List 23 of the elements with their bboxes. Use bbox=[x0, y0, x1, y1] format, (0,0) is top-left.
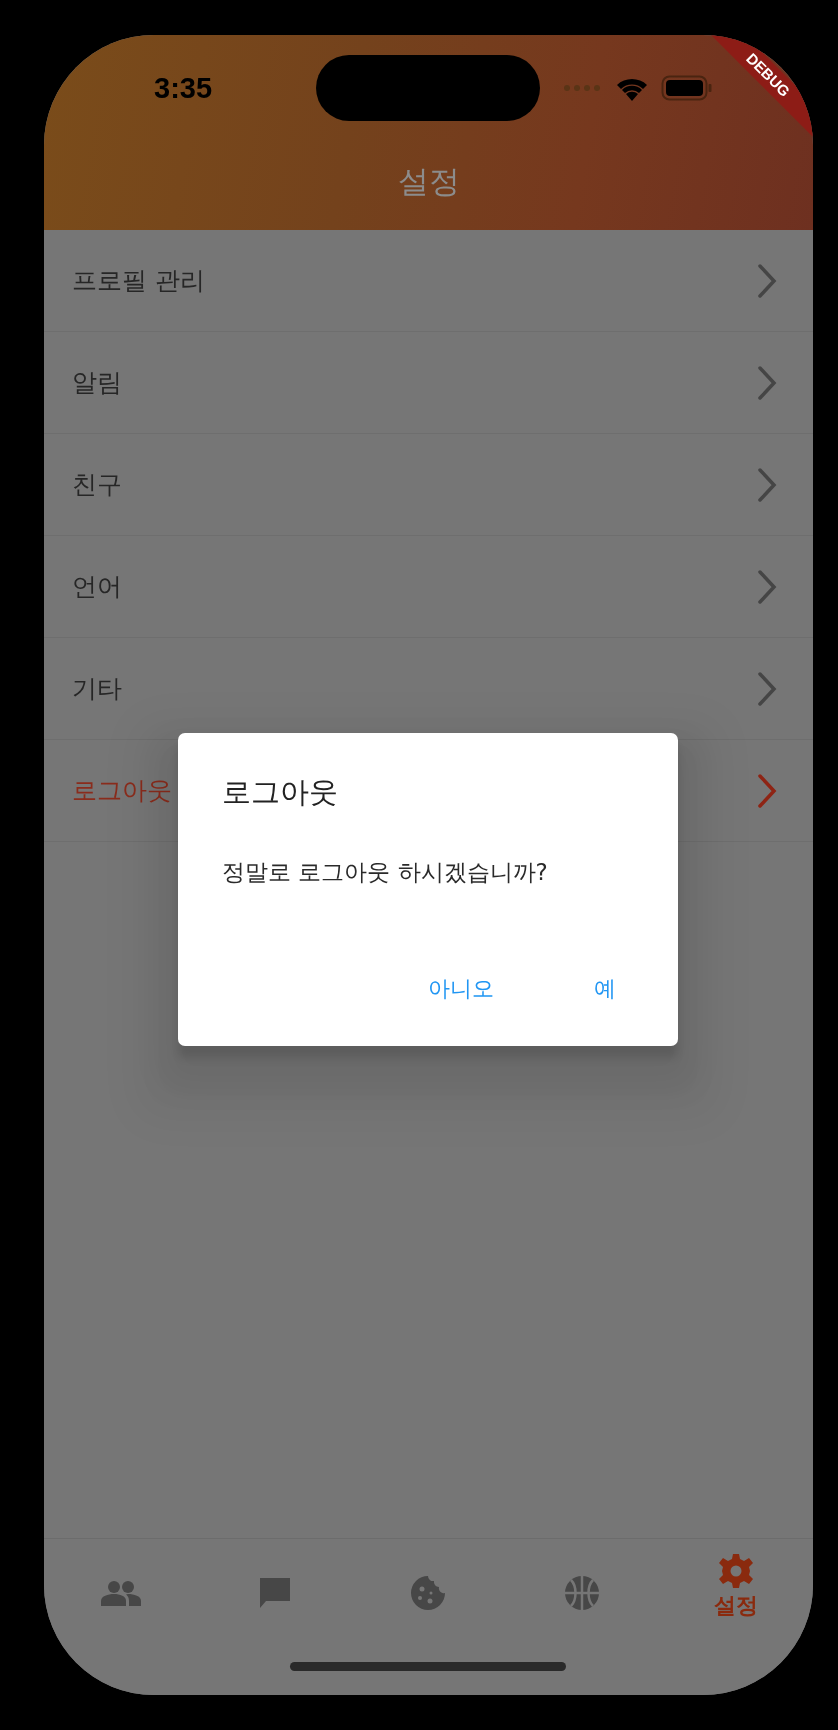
menu-item[interactable]: 프로필 관리 bbox=[44, 230, 813, 332]
chevron-icon bbox=[757, 466, 777, 503]
chevron-icon bbox=[757, 262, 777, 299]
signal-icon bbox=[563, 84, 603, 92]
dialog-title: 로그아웃 bbox=[222, 774, 339, 811]
people-icon bbox=[100, 1580, 141, 1606]
battery-icon bbox=[661, 75, 713, 101]
menu-item[interactable]: 친구 bbox=[44, 434, 813, 536]
nav-tab[interactable]: 설정 bbox=[659, 1553, 813, 1633]
menu-item[interactable]: 알림 bbox=[44, 332, 813, 434]
page-title: 설정 bbox=[396, 162, 461, 201]
chevron-icon bbox=[757, 670, 777, 707]
chevron-icon bbox=[757, 772, 777, 809]
settings-icon bbox=[718, 1553, 755, 1589]
status-time: 3:35 bbox=[154, 71, 213, 105]
menu-item[interactable]: 언어 bbox=[44, 536, 813, 638]
dialog-button[interactable]: 아니오 bbox=[414, 966, 508, 1012]
chevron-icon bbox=[757, 364, 777, 401]
cookie-icon bbox=[410, 1575, 447, 1611]
dialog-button[interactable]: 예 bbox=[580, 966, 630, 1012]
dialog-message: 정말로 로그아웃 하시겠습니까? bbox=[222, 858, 549, 887]
basketball-icon bbox=[564, 1575, 601, 1611]
chevron-icon bbox=[757, 568, 777, 605]
